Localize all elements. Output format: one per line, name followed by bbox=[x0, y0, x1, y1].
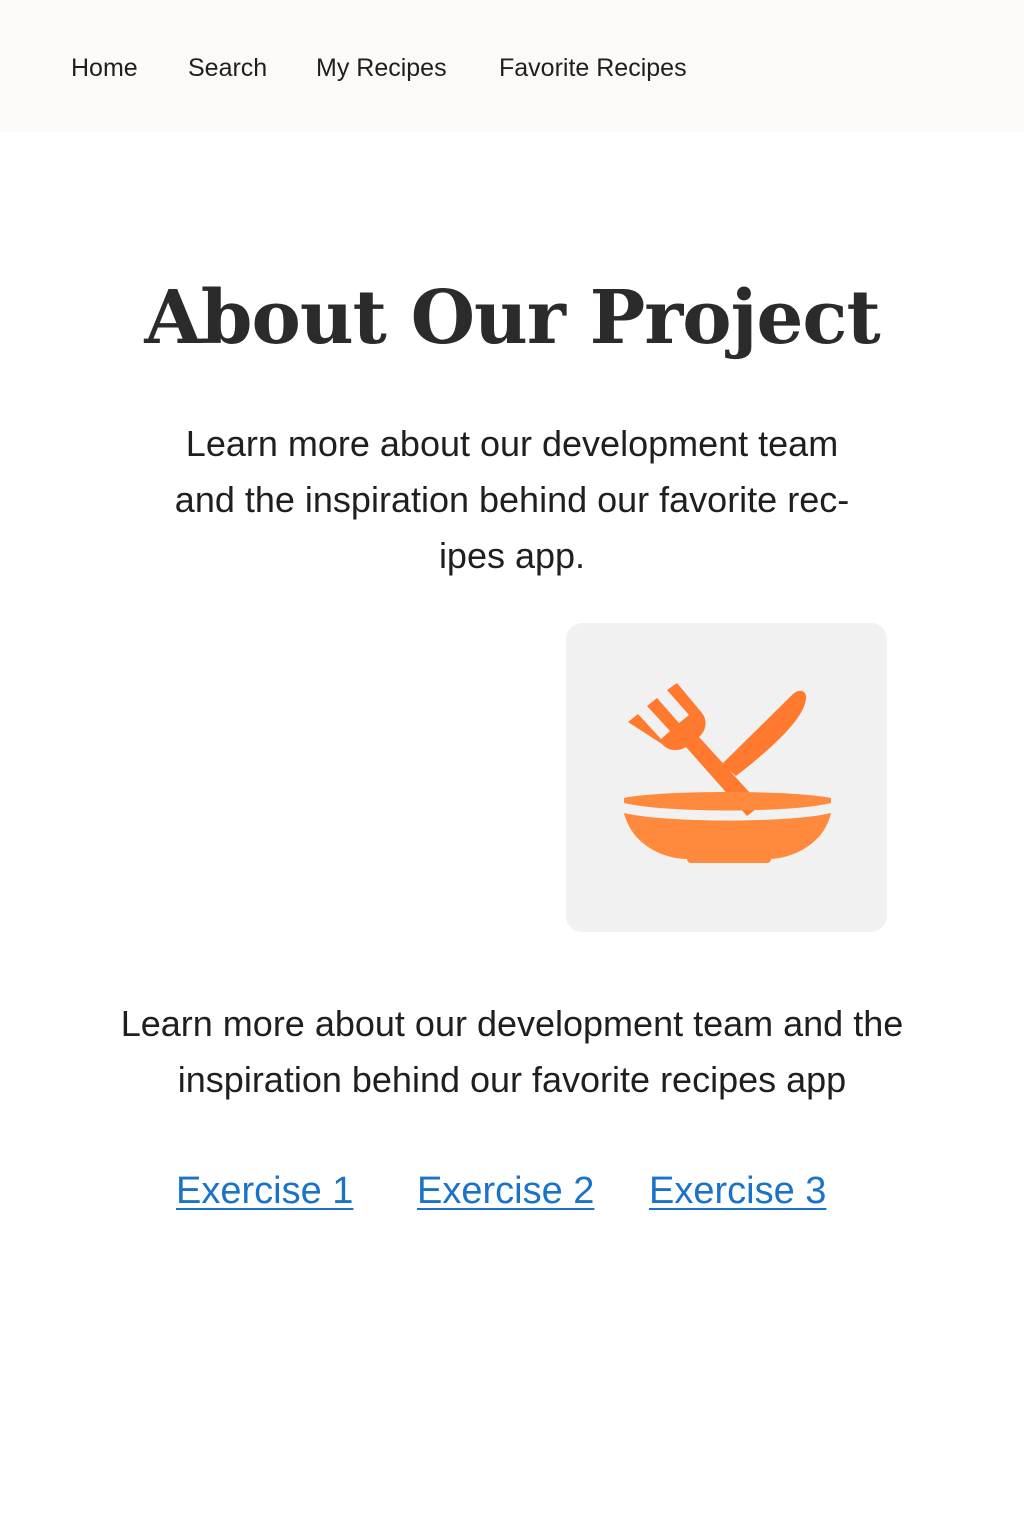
nav-my-recipes-link[interactable]: My Recipes bbox=[316, 50, 447, 86]
nav-favorite-recipes-link[interactable]: Favorite Recipes bbox=[499, 50, 687, 86]
intro-text: Learn more about our development team an… bbox=[174, 423, 850, 576]
about-page: Home Search My Recipes Favorite Recipes … bbox=[0, 0, 1024, 1536]
summary-text: Learn more about our development team an… bbox=[120, 1003, 904, 1100]
nav-home-link[interactable]: Home bbox=[71, 50, 138, 86]
nav-search-link[interactable]: Search bbox=[188, 50, 267, 86]
exercise-1-link[interactable]: Exercise 1 bbox=[176, 1168, 353, 1214]
top-navigation: Home Search My Recipes Favorite Recipes bbox=[0, 0, 1024, 132]
fork-knife-bowl-icon bbox=[624, 683, 831, 863]
exercise-3-link[interactable]: Exercise 3 bbox=[649, 1168, 826, 1214]
page-title: About Our Project bbox=[144, 275, 880, 361]
exercise-2-link[interactable]: Exercise 2 bbox=[417, 1168, 594, 1214]
app-logo-card bbox=[566, 623, 887, 932]
